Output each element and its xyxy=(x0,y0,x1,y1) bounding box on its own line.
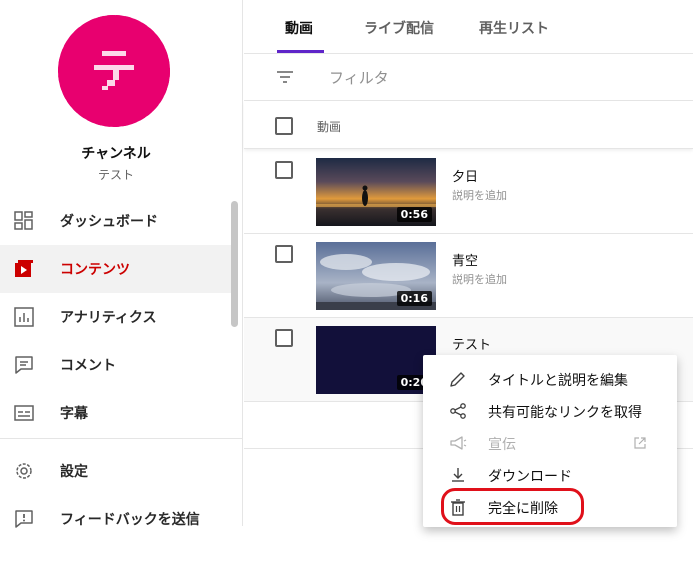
sidebar-item-label: 設定 xyxy=(60,464,88,480)
filter-bar xyxy=(244,54,693,101)
menu-item-label: 宣伝 xyxy=(488,437,516,453)
sidebar-item-settings[interactable]: 設定 xyxy=(0,447,232,495)
menu-item-edit-title[interactable]: タイトルと説明を編集 xyxy=(423,363,677,395)
analytics-icon xyxy=(14,307,34,327)
sidebar-item-analytics[interactable]: アナリティクス xyxy=(0,293,232,341)
external-link-icon xyxy=(634,437,646,449)
video-thumbnail[interactable]: 0:16 xyxy=(316,242,436,310)
sidebar-item-label: ダッシュボード xyxy=(60,214,158,230)
sidebar-item-label: アナリティクス xyxy=(60,310,157,326)
filter-icon[interactable] xyxy=(276,68,294,86)
sidebar-item-label: コメント xyxy=(60,358,116,374)
share-icon xyxy=(450,403,466,419)
menu-item-label: タイトルと説明を編集 xyxy=(488,373,628,389)
menu-item-label: 共有可能なリンクを取得 xyxy=(488,405,642,421)
sidebar-item-label: フィードバックを送信 xyxy=(60,512,200,528)
row-checkbox[interactable] xyxy=(275,329,293,347)
video-thumbnail[interactable]: 0:20 xyxy=(316,326,436,394)
sidebar-item-label: 字幕 xyxy=(60,406,88,422)
video-title[interactable]: 夕日 xyxy=(452,166,478,185)
row-checkbox[interactable] xyxy=(275,161,293,179)
sidebar-item-feedback[interactable]: フィードバックを送信 xyxy=(0,495,232,543)
tab-live[interactable]: ライブ配信 xyxy=(364,18,434,38)
settings-icon xyxy=(16,463,32,479)
comment-icon xyxy=(15,356,33,374)
studio-window: チャンネル テスト ダッシュボード コンテンツ アナリティクス コメント 字幕 … xyxy=(0,0,693,566)
video-title[interactable]: テスト xyxy=(452,334,491,353)
sidebar-scrollbar[interactable] xyxy=(231,201,238,327)
video-title[interactable]: 青空 xyxy=(452,250,478,269)
sidebar-divider xyxy=(0,438,243,439)
video-duration: 0:16 xyxy=(396,291,432,306)
channel-avatar[interactable] xyxy=(58,15,170,127)
table-header xyxy=(244,101,693,149)
filter-input[interactable]: フィルタ xyxy=(329,67,389,88)
sidebar-item-label: コンテンツ xyxy=(60,262,130,278)
feedback-icon xyxy=(15,510,33,528)
sidebar-item-subtitles[interactable]: 字幕 xyxy=(0,389,232,437)
channel-name: チャンネル xyxy=(81,146,151,162)
channel-subtitle: テスト xyxy=(97,168,134,182)
content-icon xyxy=(15,260,33,277)
sidebar: チャンネル テスト ダッシュボード コンテンツ アナリティクス コメント 字幕 … xyxy=(0,0,243,528)
menu-item-download[interactable]: ダウンロード xyxy=(423,459,677,491)
video-thumbnail[interactable]: 0:56 xyxy=(316,158,436,226)
sidebar-item-content[interactable]: コンテンツ xyxy=(0,245,232,293)
menu-item-share-link[interactable]: 共有可能なリンクを取得 xyxy=(423,395,677,427)
tab-playlists[interactable]: 再生リスト xyxy=(479,18,549,38)
active-tab-indicator xyxy=(277,50,324,53)
video-duration: 0:56 xyxy=(396,207,432,222)
download-icon xyxy=(452,468,464,482)
megaphone-icon xyxy=(450,436,467,450)
highlight-annotation-ring xyxy=(441,488,584,525)
video-description[interactable]: 説明を追加 xyxy=(452,187,507,203)
tab-videos[interactable]: 動画 xyxy=(285,18,313,38)
sidebar-item-dashboard[interactable]: ダッシュボード xyxy=(0,197,232,245)
subtitles-icon xyxy=(14,405,34,421)
menu-item-label: ダウンロード xyxy=(488,469,572,485)
sidebar-item-comments[interactable]: コメント xyxy=(0,341,232,389)
column-header-video[interactable]: 動画 xyxy=(317,118,341,135)
select-all-checkbox[interactable] xyxy=(275,117,293,135)
pencil-icon xyxy=(450,372,465,387)
video-description[interactable]: 説明を追加 xyxy=(452,271,507,287)
dashboard-icon xyxy=(14,211,33,230)
row-checkbox[interactable] xyxy=(275,245,293,263)
